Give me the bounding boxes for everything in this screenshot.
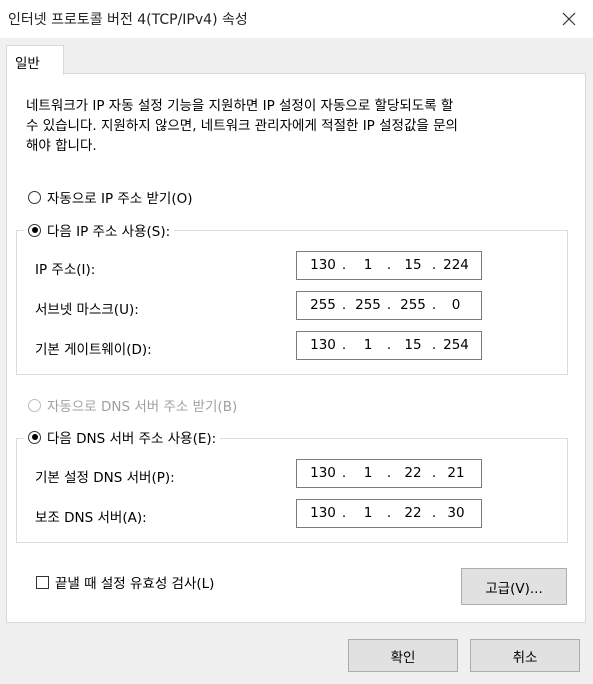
dns-manual-radio[interactable]: 다음 DNS 서버 주소 사용(E): — [24, 428, 221, 447]
octet-separator: . — [386, 297, 392, 313]
ip-octet: 21 — [447, 465, 465, 481]
dns-auto-radio[interactable]: 자동으로 DNS 서버 주소 받기(B) — [28, 396, 238, 415]
ok-button[interactable]: 확인 — [348, 639, 458, 672]
ip-octet: 22 — [404, 465, 422, 481]
ip-octet: 254 — [443, 337, 469, 353]
ip-octet: 15 — [404, 257, 422, 273]
ip-octet: 130 — [310, 257, 336, 273]
description-text: 네트워크가 IP 자동 설정 기능을 지원하면 IP 설정이 자동으로 할당되도… — [26, 98, 458, 154]
octet-separator: . — [341, 465, 347, 481]
window-title: 인터넷 프로토콜 버전 4(TCP/IPv4) 속성 — [8, 12, 248, 28]
ip-manual-radio-circle — [28, 223, 41, 237]
ip-octet: 224 — [443, 257, 469, 273]
ip-octet: 130 — [310, 465, 336, 481]
alternate-dns-input[interactable]: 130 . 1 . 22 . 30 — [296, 499, 482, 528]
ip-manual-radio[interactable]: 다음 IP 주소 사용(S): — [24, 221, 175, 240]
subnet-mask-label: 서브넷 마스크(U): — [35, 302, 139, 318]
ip-address-input[interactable]: 130 . 1 . 15 . 224 — [296, 251, 482, 280]
octet-separator: . — [386, 505, 392, 521]
tab-general[interactable]: 일반 — [6, 45, 64, 75]
octet-separator: . — [386, 465, 392, 481]
ip-octet: 255 — [400, 297, 426, 313]
dns-settings-group — [16, 438, 568, 543]
advanced-button[interactable]: 고급(V)... — [461, 568, 567, 605]
alternate-dns-label: 보조 DNS 서버(A): — [35, 510, 147, 526]
octet-separator: . — [386, 337, 392, 353]
ip-octet: 1 — [363, 465, 373, 481]
octet-separator: . — [341, 257, 347, 273]
checkbox-box — [36, 575, 49, 589]
cancel-button[interactable]: 취소 — [470, 639, 580, 672]
close-icon — [562, 12, 576, 26]
ip-octet: 130 — [310, 505, 336, 521]
ip-octet: 1 — [363, 505, 373, 521]
dns-auto-radio-circle — [28, 398, 41, 412]
ip-octet: 255 — [310, 297, 336, 313]
preferred-dns-label: 기본 설정 DNS 서버(P): — [35, 470, 175, 486]
ip-manual-radio-label: 다음 IP 주소 사용(S): — [47, 224, 171, 240]
title-bar: 인터넷 프로토콜 버전 4(TCP/IPv4) 속성 — [0, 0, 593, 38]
ip-auto-radio-label: 자동으로 IP 주소 받기(O) — [47, 191, 193, 207]
ip-octet: 22 — [404, 505, 422, 521]
ip-auto-radio[interactable]: 자동으로 IP 주소 받기(O) — [28, 188, 193, 207]
dns-manual-radio-circle — [28, 430, 41, 444]
tab-general-label: 일반 — [15, 56, 40, 72]
validate-on-exit-checkbox[interactable]: 끝낼 때 설정 유효성 검사(L) — [36, 572, 214, 592]
validate-on-exit-label: 끝낼 때 설정 유효성 검사(L) — [55, 576, 215, 592]
octet-separator: . — [386, 257, 392, 273]
octet-separator: . — [341, 337, 347, 353]
octet-separator: . — [341, 505, 347, 521]
ip-octet: 15 — [404, 337, 422, 353]
ip-address-label: IP 주소(I): — [35, 262, 96, 278]
ip-octet: 130 — [310, 337, 336, 353]
ip-octet: 255 — [355, 297, 381, 313]
subnet-mask-input[interactable]: 255 . 255 . 255 . 0 — [296, 291, 482, 320]
dns-auto-radio-label: 자동으로 DNS 서버 주소 받기(B) — [47, 399, 238, 415]
preferred-dns-input[interactable]: 130 . 1 . 22 . 21 — [296, 459, 482, 488]
octet-separator: . — [341, 297, 347, 313]
ip-octet: 1 — [363, 337, 373, 353]
close-button[interactable] — [548, 3, 590, 35]
default-gateway-input[interactable]: 130 . 1 . 15 . 254 — [296, 331, 482, 360]
ip-auto-radio-circle — [28, 190, 41, 204]
dns-manual-radio-label: 다음 DNS 서버 주소 사용(E): — [47, 431, 217, 447]
ip-octet: 1 — [363, 257, 373, 273]
ip-octet: 30 — [447, 505, 465, 521]
ip-octet: 0 — [451, 297, 461, 313]
default-gateway-label: 기본 게이트웨이(D): — [35, 342, 152, 358]
